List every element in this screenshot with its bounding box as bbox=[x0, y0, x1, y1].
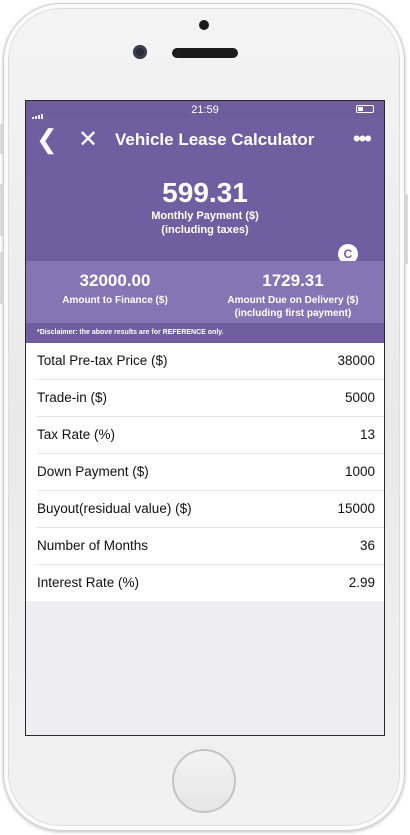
earpiece-speaker bbox=[172, 48, 238, 58]
delivery-subtitle: (including first payment) bbox=[234, 308, 352, 319]
amount-due-on-delivery: 1729.31 Amount Due on Delivery ($) (incl… bbox=[208, 271, 378, 320]
disclaimer-text: *Disclaimer: the above results are for R… bbox=[26, 323, 384, 343]
field-label: Down Payment ($) bbox=[37, 464, 149, 479]
power-button bbox=[405, 194, 408, 264]
summary-panel: 32000.00 Amount to Finance ($) 1729.31 A… bbox=[26, 261, 384, 323]
nav-bar: ❮ ✕ Vehicle Lease Calculator ••• bbox=[26, 119, 384, 159]
field-value[interactable]: 2.99 bbox=[349, 575, 375, 590]
app-screen: 21:59 ❮ ✕ Vehicle Lease Calculator ••• 5… bbox=[25, 100, 385, 736]
list-item[interactable]: Trade-in ($) 5000 bbox=[37, 380, 384, 417]
amount-to-finance: 32000.00 Amount to Finance ($) bbox=[40, 271, 190, 307]
volume-up-button bbox=[0, 184, 3, 236]
finance-value: 32000.00 bbox=[79, 271, 151, 290]
proximity-sensor bbox=[199, 20, 209, 30]
field-value[interactable]: 1000 bbox=[345, 464, 375, 479]
field-label: Buyout(residual value) ($) bbox=[37, 501, 192, 516]
list-item[interactable]: Down Payment ($) 1000 bbox=[37, 454, 384, 491]
field-label: Tax Rate (%) bbox=[37, 427, 116, 442]
field-label: Total Pre-tax Price ($) bbox=[37, 353, 168, 368]
monthly-payment-label: Monthly Payment ($) (including taxes) bbox=[26, 209, 384, 237]
list-item[interactable]: Total Pre-tax Price ($) 38000 bbox=[37, 343, 384, 380]
close-icon[interactable]: ✕ bbox=[78, 125, 98, 155]
monthly-payment-value: 599.31 bbox=[162, 177, 248, 208]
front-camera bbox=[133, 45, 147, 59]
list-item[interactable]: Number of Months 36 bbox=[37, 528, 384, 565]
monthly-payment-subtitle: (including taxes) bbox=[161, 224, 249, 236]
status-bar: 21:59 bbox=[26, 101, 384, 131]
delivery-value: 1729.31 bbox=[262, 271, 324, 290]
home-button[interactable] bbox=[172, 749, 236, 813]
delivery-label: Amount Due on Delivery ($) (including fi… bbox=[208, 294, 378, 320]
page-title: Vehicle Lease Calculator bbox=[115, 130, 315, 149]
result-header: ❮ ✕ Vehicle Lease Calculator ••• 599.31 … bbox=[26, 119, 384, 264]
chevron-left-icon[interactable]: ❮ bbox=[36, 124, 58, 154]
volume-down-button bbox=[0, 252, 3, 304]
field-value[interactable]: 15000 bbox=[337, 501, 375, 516]
finance-label: Amount to Finance ($) bbox=[62, 295, 168, 306]
field-value[interactable]: 13 bbox=[360, 427, 375, 442]
list-item[interactable]: Tax Rate (%) 13 bbox=[37, 417, 384, 454]
field-value[interactable]: 38000 bbox=[337, 353, 375, 368]
field-value[interactable]: 5000 bbox=[345, 390, 375, 405]
field-value[interactable]: 36 bbox=[360, 538, 375, 553]
field-label: Interest Rate (%) bbox=[37, 575, 140, 590]
field-label: Trade-in ($) bbox=[37, 390, 108, 405]
battery-icon bbox=[356, 105, 374, 113]
list-item[interactable]: Interest Rate (%) 2.99 bbox=[37, 565, 384, 601]
input-list: Total Pre-tax Price ($) 38000 Trade-in (… bbox=[26, 343, 384, 601]
monthly-payment-title: Monthly Payment ($) bbox=[151, 210, 259, 222]
more-dots-icon[interactable]: ••• bbox=[353, 128, 372, 150]
list-item[interactable]: Buyout(residual value) ($) 15000 bbox=[37, 491, 384, 528]
delivery-title: Amount Due on Delivery ($) bbox=[227, 295, 359, 306]
field-label: Number of Months bbox=[37, 538, 149, 553]
silent-switch bbox=[0, 124, 3, 154]
status-time: 21:59 bbox=[191, 104, 219, 116]
